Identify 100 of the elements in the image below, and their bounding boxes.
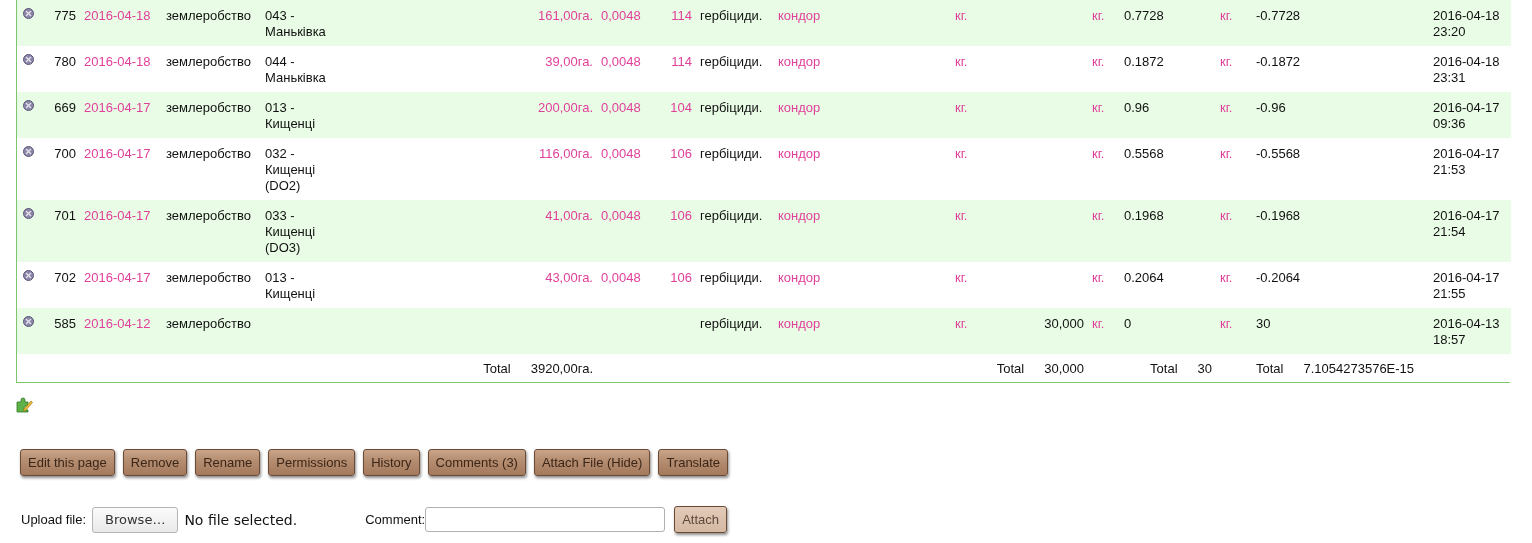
type-text: гербіциди. [700, 8, 763, 23]
field-text: 033 - Кищенці (DO3) [265, 208, 316, 255]
action-button[interactable]: History [363, 449, 420, 476]
rate-text[interactable]: 0,0048 [601, 100, 641, 115]
action-button[interactable]: Edit this page [20, 449, 115, 476]
product-link[interactable]: кондор [778, 146, 821, 161]
delete-icon[interactable] [23, 208, 34, 219]
category-text: землеробство [166, 146, 251, 161]
id-text: 701 [54, 208, 76, 223]
id-text: 700 [54, 146, 76, 161]
category-text: землеробство [166, 54, 251, 69]
date-link[interactable]: 2016-04-17 [84, 208, 151, 223]
value-text: 0.1872 [1124, 54, 1164, 69]
action-button[interactable]: Translate [658, 449, 729, 476]
area-text[interactable]: 43,00га. [545, 270, 593, 285]
value-text: 0 [1124, 316, 1132, 331]
unit-text: кг. [1220, 54, 1233, 69]
datetime-text: 2016-04-17 21:55 [1433, 270, 1500, 301]
id-text: 702 [54, 270, 76, 285]
unit-text: кг. [1220, 316, 1233, 331]
difference-text: -0.1968 [1256, 208, 1301, 223]
datetime-text: 2016-04-18 23:31 [1433, 54, 1500, 85]
total-label: Total [1256, 361, 1284, 377]
area-text[interactable]: 41,00га. [545, 208, 593, 223]
product-link[interactable]: кондор [778, 208, 821, 223]
unit-text: кг. [955, 316, 968, 331]
datetime-text: 2016-04-18 23:20 [1433, 8, 1500, 39]
number-text[interactable]: 104 [670, 100, 692, 115]
number-text[interactable]: 106 [670, 208, 692, 223]
rate-text[interactable]: 0,0048 [601, 270, 641, 285]
product-link[interactable]: кондор [778, 100, 821, 115]
rate-text[interactable]: 0,0048 [601, 146, 641, 161]
action-button[interactable]: Attach File (Hide) [533, 449, 651, 476]
delete-icon[interactable] [23, 270, 34, 281]
difference-text: 30 [1256, 316, 1271, 331]
area-text[interactable]: 200,00га. [537, 100, 593, 115]
rate-text[interactable]: 0,0048 [601, 8, 641, 23]
category-text: землеробство [166, 208, 251, 223]
unit-text: кг. [1092, 316, 1105, 331]
number-text[interactable]: 106 [670, 270, 692, 285]
upload-label: Upload file: [21, 512, 87, 527]
category-text: землеробство [166, 316, 251, 331]
date-link[interactable]: 2016-04-17 [84, 146, 151, 161]
product-link[interactable]: кондор [778, 8, 821, 23]
product-link[interactable]: кондор [778, 54, 821, 69]
delete-icon[interactable] [23, 100, 34, 111]
date-link[interactable]: 2016-04-18 [84, 54, 151, 69]
field-text: 043 - Маньківка [265, 8, 326, 39]
date-link[interactable]: 2016-04-17 [84, 100, 151, 115]
datetime-text: 2016-04-17 21:54 [1433, 208, 1500, 239]
unit-text: кг. [955, 54, 968, 69]
date-link[interactable]: 2016-04-12 [84, 316, 151, 331]
rate-text[interactable]: 0,0048 [601, 208, 641, 223]
product-link[interactable]: кондор [778, 316, 821, 331]
datetime-text: 2016-04-17 09:36 [1433, 100, 1500, 131]
action-button[interactable]: Permissions [268, 449, 356, 476]
type-text: гербіциди. [700, 100, 763, 115]
product-link[interactable]: кондор [778, 270, 821, 285]
action-button[interactable]: Remove [122, 449, 188, 476]
comment-field[interactable] [425, 507, 666, 532]
unit-text: кг. [1092, 8, 1105, 23]
number-text[interactable]: 114 [671, 54, 692, 69]
total-label: Total [996, 361, 1025, 377]
category-text: землеробство [166, 8, 251, 23]
browse-button[interactable]: Browse… [92, 506, 179, 533]
total-value: 7.1054273576E-15 [1303, 361, 1415, 377]
delete-icon[interactable] [23, 8, 34, 19]
unit-text: кг. [955, 208, 968, 223]
puzzle-pencil-icon[interactable] [16, 397, 33, 413]
datetime-text: 2016-04-17 21:53 [1433, 146, 1500, 177]
delete-icon[interactable] [23, 146, 34, 157]
area-text[interactable]: 161,00га. [537, 8, 593, 23]
total-value: 3920,00га. [530, 361, 593, 377]
category-text: землеробство [166, 270, 251, 285]
total-label: Total [483, 361, 511, 377]
delete-icon[interactable] [23, 316, 34, 327]
unit-text: кг. [955, 8, 968, 23]
difference-text: -0.96 [1256, 100, 1286, 115]
number-text[interactable]: 106 [670, 146, 692, 161]
unit-text: кг. [1220, 208, 1233, 223]
action-button[interactable]: Comments (3) [427, 449, 526, 476]
area-text[interactable]: 116,00га. [538, 146, 593, 161]
difference-text: -0.2064 [1256, 270, 1301, 285]
id-text: 780 [54, 54, 76, 69]
number-text[interactable]: 114 [671, 8, 692, 23]
field-text: 032 - Кищенці (DO2) [265, 146, 316, 193]
type-text: гербіциди. [700, 316, 763, 331]
type-text: гербіциди. [700, 146, 763, 161]
delete-icon[interactable] [23, 54, 34, 65]
area-text[interactable]: 39,00га. [545, 54, 593, 69]
action-button[interactable]: Rename [195, 449, 261, 476]
unit-text: кг. [1092, 100, 1105, 115]
difference-text: -0.5568 [1256, 146, 1301, 161]
rate-text[interactable]: 0,0048 [601, 54, 641, 69]
unit-text: кг. [1092, 208, 1105, 223]
unit-text: кг. [955, 100, 968, 115]
date-link[interactable]: 2016-04-17 [84, 270, 151, 285]
unit-text: кг. [1220, 8, 1233, 23]
date-link[interactable]: 2016-04-18 [84, 8, 151, 23]
type-text: гербіциди. [700, 208, 763, 223]
